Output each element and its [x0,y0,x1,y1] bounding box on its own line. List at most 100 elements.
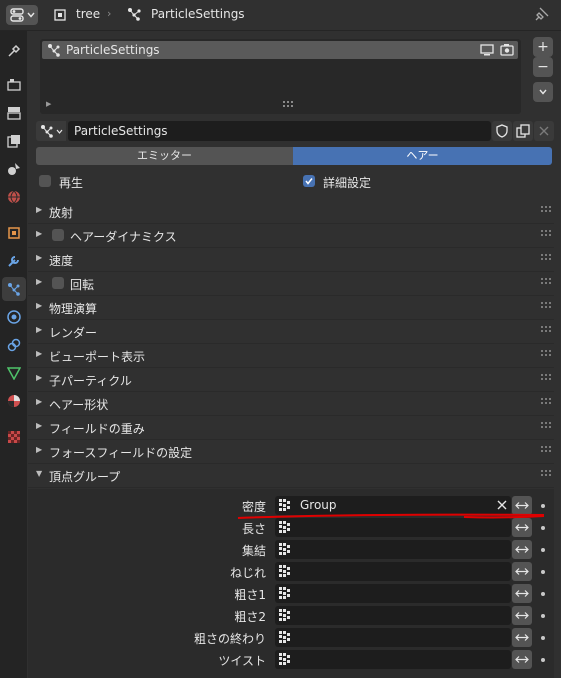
list-filter-toggle-icon[interactable]: ▶ [46,100,51,108]
panel-drag-grip-icon[interactable] [541,278,553,288]
tab-render[interactable] [2,73,26,97]
panel-drag-grip-icon[interactable] [541,326,553,336]
panel-title: 回転 [70,278,95,292]
vertex-group-field[interactable] [275,606,511,625]
animate-property-dot[interactable] [541,658,545,662]
tab-scene[interactable] [2,157,26,181]
browse-particle-settings-button[interactable] [36,121,66,141]
animate-property-dot[interactable] [541,548,545,552]
vertex-group-field[interactable] [275,628,511,647]
swap-arrows-icon [515,590,529,597]
type-hair-button[interactable]: ヘアー [293,147,552,165]
panel-title: 放射 [49,206,74,220]
invert-button[interactable] [512,628,532,647]
annotation-underline [237,513,545,519]
monitor-icon[interactable] [480,44,494,56]
pin-icon[interactable] [535,7,549,21]
panel-header[interactable]: ▶ 子パーティクル [28,368,554,391]
invert-button[interactable] [512,518,532,537]
panel-drag-grip-icon[interactable] [541,422,553,432]
type-emitter-button[interactable]: エミッター [36,147,293,165]
particles-icon [41,125,53,138]
vertex-group-field[interactable] [275,518,511,537]
tab-world[interactable] [2,185,26,209]
panel-drag-grip-icon[interactable] [541,470,553,480]
animate-property-dot[interactable] [541,614,545,618]
panel-header[interactable]: ▶ 放射 [28,200,554,223]
panel-drag-grip-icon[interactable] [541,206,553,216]
panel-drag-grip-icon[interactable] [541,374,553,384]
camera-icon[interactable] [500,43,514,56]
vertex-group-label: 集結 [241,544,266,558]
tab-tool[interactable] [2,39,26,63]
panel-header[interactable]: ▶ フォースフィールドの設定 [28,440,554,463]
animate-property-dot[interactable] [541,636,545,640]
panel-header[interactable]: ▶ ヘアーダイナミクス [28,224,554,247]
panel-header[interactable]: ▶ 物理演算 [28,296,554,319]
panel-drag-grip-icon[interactable] [541,230,553,240]
particle-settings-name-field[interactable]: ParticleSettings [68,121,491,141]
remove-particle-system-button[interactable]: − [533,57,553,77]
data-icon [7,367,21,380]
list-specials-button[interactable] [533,82,553,102]
tab-view-layer[interactable] [2,129,26,153]
tab-constraints[interactable] [2,333,26,357]
swap-arrows-icon [515,656,529,663]
tab-modifier[interactable] [2,249,26,273]
panel-drag-grip-icon[interactable] [541,350,553,360]
editor-type-button[interactable] [6,5,38,25]
list-item[interactable]: ParticleSettings [42,41,518,59]
animate-property-dot[interactable] [541,504,545,508]
panel-header[interactable]: ▼ 頂点グループ [28,464,554,487]
breadcrumb-object: tree [76,7,101,21]
duplicate-button[interactable] [513,121,533,141]
animate-property-dot[interactable] [541,526,545,530]
panel-header[interactable]: ▶ 回転 [28,272,554,295]
panel-header[interactable]: ▶ ヘアー形状 [28,392,554,415]
tab-output[interactable] [2,101,26,125]
unlink-button[interactable] [534,121,554,141]
animate-property-dot[interactable] [541,570,545,574]
invert-button[interactable] [512,584,532,603]
invert-button[interactable] [512,540,532,559]
clear-icon[interactable] [497,500,507,510]
panel-enable-checkbox[interactable] [52,277,64,289]
advanced-checkbox[interactable] [303,175,315,187]
tab-particles[interactable] [2,277,26,301]
tab-material[interactable] [2,389,26,413]
expand-right-icon: ▶ [36,253,43,262]
panel-drag-grip-icon[interactable] [541,254,553,264]
tab-data[interactable] [2,361,26,385]
vertex-group-icon [279,521,290,533]
vertex-group-field[interactable] [275,562,511,581]
panel-title: ヘアーダイナミクス [70,230,177,244]
panel-header[interactable]: ▶ ビューポート表示 [28,344,554,367]
panel-drag-grip-icon[interactable] [541,302,553,312]
panel-drag-grip-icon[interactable] [541,446,553,456]
invert-button[interactable] [512,606,532,625]
tab-physics[interactable] [2,305,26,329]
invert-button[interactable] [512,650,532,669]
animate-property-dot[interactable] [541,592,545,596]
vertex-group-field[interactable] [275,540,511,559]
tool-icon [8,44,21,57]
vertex-group-field[interactable] [275,650,511,669]
add-particle-system-button[interactable]: + [533,37,553,57]
vertex-group-field[interactable] [275,584,511,603]
fake-user-button[interactable] [492,121,512,141]
invert-button[interactable] [512,562,532,581]
scene-icon [8,163,20,175]
panel-enable-checkbox[interactable] [52,229,64,241]
panel-header[interactable]: ▶ 速度 [28,248,554,271]
expand-right-icon: ▶ [36,349,43,358]
particles-icon [128,8,141,21]
vertex-group-label: 粗さ1 [234,588,266,602]
panel-header[interactable]: ▶ レンダー [28,320,554,343]
tab-texture[interactable] [2,425,26,449]
tab-object[interactable] [2,221,26,245]
regrow-checkbox[interactable] [39,175,51,187]
panel-drag-grip-icon[interactable] [541,398,553,408]
vertex-group-label: ねじれ [229,566,266,580]
panel-header[interactable]: ▶ フィールドの重み [28,416,554,439]
list-resize-grip-icon[interactable] [283,101,295,108]
